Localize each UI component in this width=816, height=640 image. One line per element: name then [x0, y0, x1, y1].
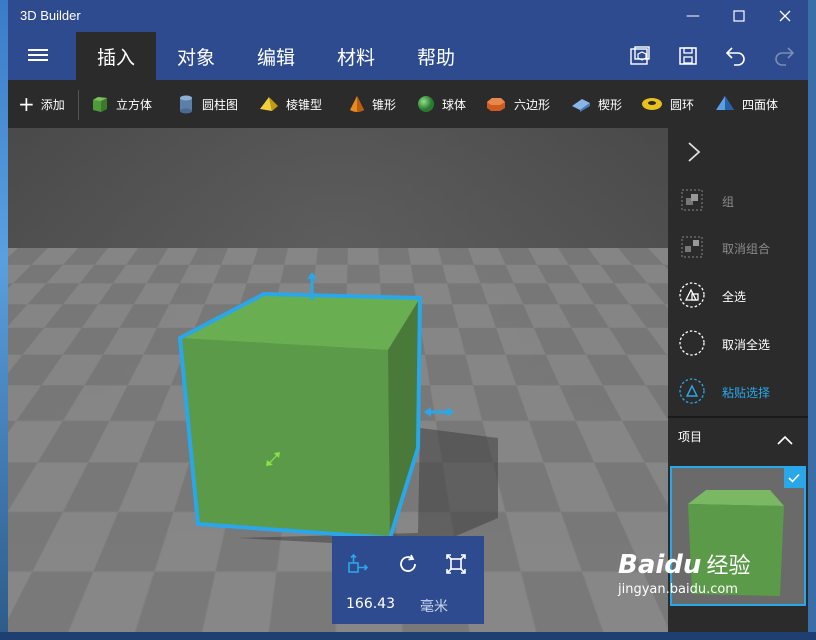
- items-label: 项目: [678, 430, 703, 444]
- cylinder-icon: [180, 95, 192, 114]
- tab-label: 材料: [336, 46, 375, 69]
- action-label: 全选: [722, 289, 747, 304]
- maximize-icon: [733, 10, 745, 22]
- insert-cube-button[interactable]: 立方体: [90, 80, 152, 128]
- tab-insert[interactable]: 插入: [76, 32, 156, 80]
- insert-pyramid-button[interactable]: 棱锥型: [258, 80, 322, 128]
- cube-icon: [93, 97, 107, 112]
- hexagon-icon: [487, 98, 505, 111]
- move-tool-icon[interactable]: [346, 552, 370, 576]
- insert-toolbar: + 添加 立方体 圆柱图 棱锥型 锥形 球体 六边形 楔形 圆环 四面体: [8, 80, 808, 128]
- plus-icon: +: [18, 92, 35, 116]
- scale-tool-icon[interactable]: [444, 552, 468, 576]
- insert-wedge-button[interactable]: 楔形: [570, 80, 622, 128]
- tab-label: 编辑: [256, 46, 295, 69]
- menu-bar: 插入 对象 编辑 材料 帮助: [8, 32, 808, 80]
- move-depth-arrow-icon[interactable]: [262, 448, 284, 470]
- tab-label: 插入: [96, 46, 135, 69]
- close-icon: [779, 10, 791, 22]
- move-horizontal-arrow-icon[interactable]: [422, 404, 456, 420]
- tetrahedron-icon: [716, 96, 734, 110]
- rotate-tool-icon[interactable]: [396, 552, 420, 576]
- shape-label: 锥形: [372, 97, 397, 112]
- action-label: 组: [722, 194, 735, 209]
- item-checkbox[interactable]: [784, 468, 804, 488]
- checkmark-icon: [788, 473, 800, 483]
- action-label: 取消全选: [722, 337, 771, 352]
- shape-label: 球体: [442, 97, 467, 112]
- 3d-viewport[interactable]: 166.43 毫米: [8, 128, 668, 632]
- insert-torus-button[interactable]: 圆环: [640, 80, 694, 128]
- title-bar: 3D Builder —: [8, 0, 808, 32]
- toolbar-divider: [78, 90, 79, 120]
- shape-label: 六边形: [514, 97, 551, 112]
- minimize-icon: —: [686, 8, 700, 24]
- ungroup-icon: [681, 236, 703, 258]
- cone-icon: [350, 96, 364, 112]
- desktop-background-right: [808, 0, 816, 640]
- baidu-watermark: Baidu 经验 jingyan.baidu.com: [618, 548, 751, 597]
- tab-label: 对象: [176, 46, 215, 69]
- redo-icon[interactable]: [772, 44, 796, 68]
- group-button[interactable]: 组: [668, 178, 808, 224]
- insert-sphere-button[interactable]: 球体: [416, 80, 466, 128]
- insert-hexagon-button[interactable]: 六边形: [484, 80, 550, 128]
- undo-icon[interactable]: [724, 44, 748, 68]
- chevron-up-icon[interactable]: [776, 434, 794, 446]
- shape-label: 棱锥型: [286, 97, 323, 112]
- close-button[interactable]: [762, 0, 808, 32]
- torus-icon: [642, 98, 662, 110]
- action-label: 粘贴选择: [722, 385, 771, 400]
- group-icon: [681, 189, 703, 211]
- shape-label: 四面体: [742, 97, 779, 112]
- desktop-taskbar-edge: [0, 632, 816, 640]
- deselect-all-icon: [679, 330, 705, 356]
- insert-cylinder-button[interactable]: 圆柱图: [176, 80, 238, 128]
- deselect-all-button[interactable]: 取消全选: [668, 321, 808, 367]
- shape-label: 楔形: [598, 97, 623, 112]
- pyramid-icon: [260, 97, 278, 111]
- shape-label: 圆环: [670, 97, 695, 112]
- maximize-button[interactable]: [716, 0, 762, 32]
- save-icon[interactable]: [676, 44, 700, 68]
- wedge-icon: [572, 99, 590, 112]
- paste-selection-button[interactable]: 粘贴选择: [668, 369, 808, 415]
- desktop-background-left: [0, 0, 8, 640]
- tab-label: 帮助: [416, 46, 455, 69]
- tab-edit[interactable]: 编辑: [236, 32, 316, 80]
- minimize-button[interactable]: —: [670, 0, 716, 32]
- tab-object[interactable]: 对象: [156, 32, 236, 80]
- watermark-url: jingyan.baidu.com: [618, 582, 738, 597]
- shape-label: 圆柱图: [202, 97, 239, 112]
- sphere-icon: [418, 96, 434, 112]
- select-all-icon: [679, 282, 705, 308]
- tab-material[interactable]: 材料: [316, 32, 396, 80]
- add-label: 添加: [40, 97, 65, 112]
- insert-cone-button[interactable]: 锥形: [348, 80, 396, 128]
- chevron-right-icon[interactable]: [684, 140, 704, 164]
- dimension-unit: 毫米: [420, 599, 448, 615]
- watermark-brand: Baidu: [618, 550, 702, 580]
- select-all-button[interactable]: 全选: [668, 273, 808, 319]
- transform-panel: 166.43 毫米: [332, 536, 484, 624]
- shape-label: 立方体: [116, 97, 153, 112]
- view-3d-icon[interactable]: [628, 44, 652, 68]
- move-up-arrow-icon[interactable]: [302, 270, 322, 304]
- action-label: 取消组合: [722, 241, 771, 256]
- paste-selection-icon: [679, 378, 705, 404]
- app-window: 3D Builder — 插入 对象 编辑 材料 帮助 + 添加 立方体 圆柱图…: [8, 0, 808, 632]
- tab-help[interactable]: 帮助: [396, 32, 476, 80]
- watermark-text: 经验: [706, 554, 751, 579]
- add-button[interactable]: + 添加: [18, 80, 65, 128]
- items-section-header[interactable]: 项目: [668, 416, 808, 464]
- hamburger-menu-icon[interactable]: [28, 46, 48, 66]
- dimension-value[interactable]: 166.43: [346, 596, 395, 612]
- ungroup-button[interactable]: 取消组合: [668, 225, 808, 271]
- app-title: 3D Builder: [20, 8, 81, 23]
- insert-tetrahedron-button[interactable]: 四面体: [714, 80, 778, 128]
